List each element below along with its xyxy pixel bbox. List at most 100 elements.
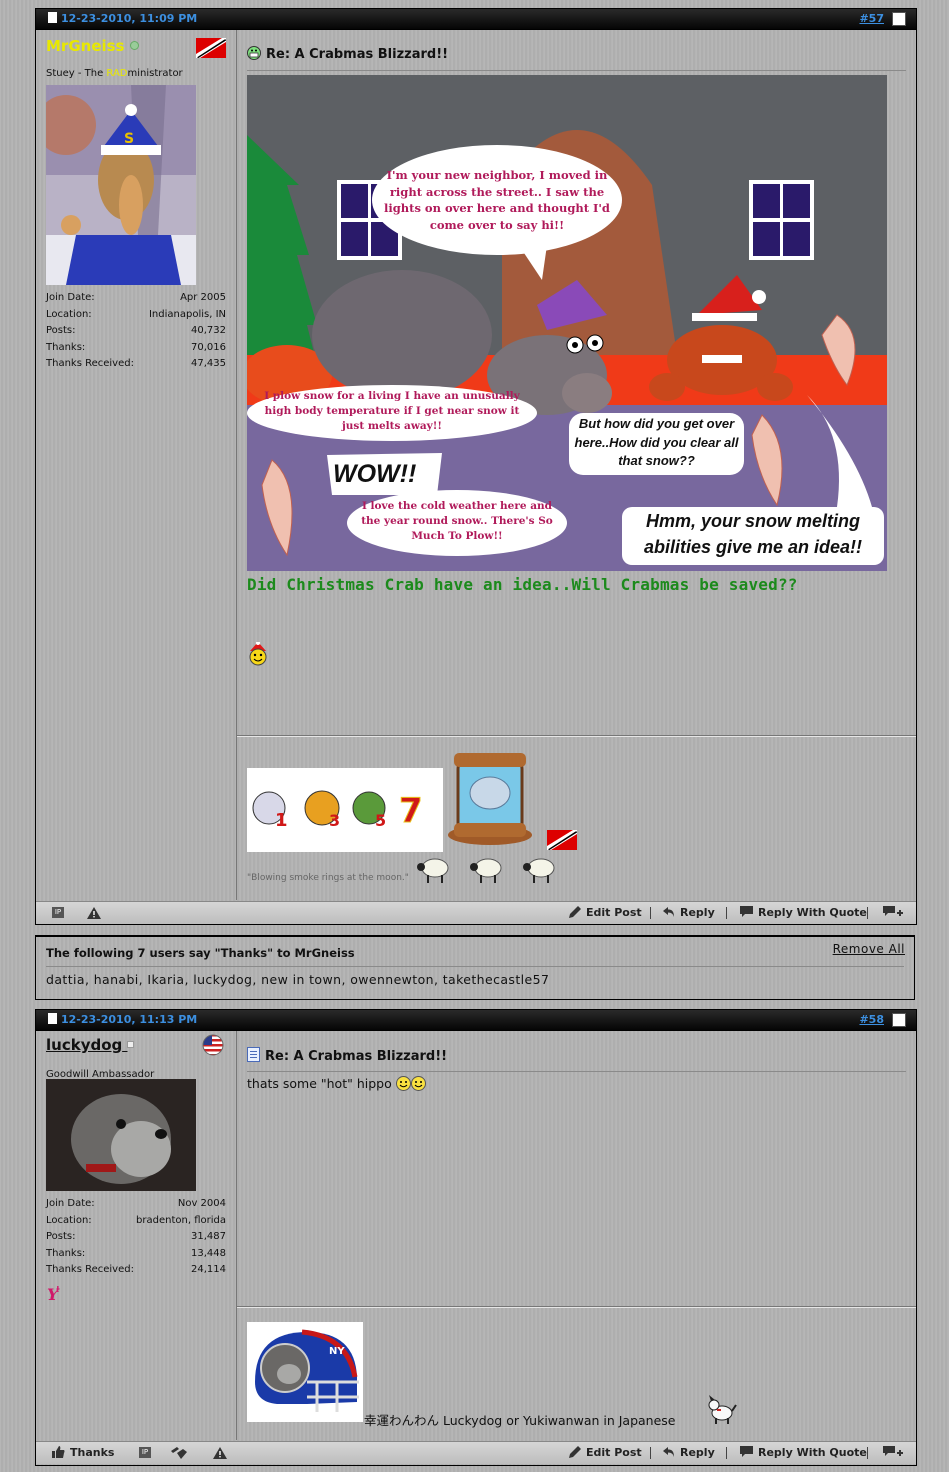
signature-quote: "Blowing smoke rings at the moon." — [247, 873, 409, 883]
reply-button[interactable]: Reply — [663, 906, 715, 919]
user-stats: Join Date: Nov 2004 Location: bradenton, f… — [46, 1196, 226, 1279]
multiquote-checkbox[interactable] — [892, 12, 906, 26]
signature-flag-icon — [547, 830, 577, 850]
wow-text: WOW!! — [333, 460, 416, 488]
dog-icon — [708, 1395, 737, 1424]
sheep-icon — [470, 858, 502, 883]
title-divider — [247, 70, 906, 71]
user-info-pane: luckydog Goodwill Ambassador Join Date: N… — [36, 1031, 237, 1440]
user-avatar: S — [46, 85, 196, 285]
stat-thanks-received: Thanks Received: 24,114 — [46, 1264, 226, 1275]
reply-with-quote-button[interactable]: Reply With Quote — [740, 1446, 867, 1459]
remove-all-thanks-link[interactable]: Remove All — [833, 942, 905, 956]
thanks-user-link[interactable]: Ikaria — [147, 972, 184, 987]
edit-post-button[interactable]: Edit Post — [569, 906, 642, 919]
thanks-user-list: dattia, hanabi, Ikaria, luckydog, new in… — [46, 972, 550, 987]
multiquote-add-icon[interactable] — [883, 1446, 903, 1460]
ip-icon[interactable]: IP — [52, 907, 64, 918]
footer-separator — [650, 907, 651, 919]
bubble-plow: I plow snow for a living I have an unusu… — [264, 390, 520, 432]
thanks-button[interactable]: Thanks — [52, 1446, 114, 1459]
stat-location: Location: Indianapolis, IN — [46, 308, 226, 320]
brain-jar-image — [448, 753, 532, 845]
report-warning-icon[interactable] — [213, 1447, 227, 1459]
stat-posts: Posts: 40,732 — [46, 325, 226, 336]
smiley-icon — [395, 1076, 411, 1091]
footer-separator — [650, 1447, 651, 1459]
user-title: Stuey - The RADministrator — [46, 68, 183, 79]
svg-text:NY: NY — [329, 1346, 345, 1357]
post-date: 12-23-2010, 11:13 PM — [48, 1013, 197, 1026]
yahoo-messenger-icon[interactable]: Y! — [46, 1285, 62, 1303]
thanks-box: The following 7 users say "Thanks" to Mr… — [35, 935, 915, 1000]
svg-text:5: 5 — [375, 811, 386, 830]
svg-text:1: 1 — [275, 810, 288, 831]
svg-text:7: 7 — [399, 791, 423, 831]
reply-with-quote-button[interactable]: Reply With Quote — [740, 906, 867, 919]
signature-banner: 1 3 5 7 — [247, 768, 443, 852]
post-body-text: thats some "hot" hippo — [247, 1076, 426, 1091]
svg-text:!: ! — [56, 1285, 60, 1294]
stat-location: Location: bradenton, florida — [46, 1214, 226, 1226]
us-flag-icon — [202, 1034, 224, 1056]
post-icon — [48, 12, 57, 23]
thanks-title: The following 7 users say "Thanks" to Mr… — [46, 946, 355, 960]
flag-icon — [196, 38, 226, 58]
smiley-icon — [410, 1076, 426, 1091]
post-number-link[interactable]: #57 — [859, 12, 884, 25]
thanks-user-link[interactable]: takethecastle57 — [443, 972, 550, 987]
stat-join-date: Join Date: Nov 2004 — [46, 1198, 226, 1209]
thanks-user-link[interactable]: hanabi — [94, 972, 139, 987]
username-link[interactable]: luckydog — [46, 1036, 135, 1054]
offline-status-icon — [127, 1041, 135, 1048]
footer-separator — [867, 1447, 868, 1459]
post-58: 12-23-2010, 11:13 PM #58 luckydog Goodwi… — [35, 1009, 917, 1466]
svg-text:S: S — [124, 131, 134, 147]
bubble-cold-weather: I love the cold weather here and the yea… — [361, 500, 553, 542]
thanks-user-link[interactable]: new in town — [261, 972, 341, 987]
thanks-divider — [46, 966, 904, 967]
reply-button[interactable]: Reply — [663, 1446, 715, 1459]
post-header: 12-23-2010, 11:09 PM #57 — [36, 9, 916, 30]
title-divider — [247, 1071, 906, 1072]
bubble-idea: Hmm, your snow melting abilities give me… — [643, 511, 863, 557]
footer-separator — [867, 907, 868, 919]
footer-separator — [726, 1447, 727, 1459]
username-link[interactable]: MrGneiss — [46, 37, 139, 55]
thanks-user-link[interactable]: owennewton — [350, 972, 434, 987]
reputation-icon[interactable] — [171, 1447, 187, 1459]
post-content: Re: A Crabmas Blizzard!! thats some "hot… — [237, 1031, 916, 1440]
bubble-how-clear: But how did you get over here..How did y… — [574, 416, 739, 468]
grin-smiley-icon — [247, 46, 261, 60]
quote-bubble-icon — [740, 906, 753, 917]
thumbs-up-icon — [52, 1446, 65, 1458]
stat-thanks: Thanks: 70,016 — [46, 341, 226, 353]
online-status-icon — [129, 41, 139, 50]
post-date: 12-23-2010, 11:09 PM — [48, 12, 197, 25]
reply-arrow-icon — [663, 1447, 674, 1457]
svg-text:3: 3 — [329, 811, 340, 830]
stat-posts: Posts: 31,487 — [46, 1231, 226, 1242]
edit-post-button[interactable]: Edit Post — [569, 1446, 642, 1459]
stat-thanks-received: Thanks Received: 47,435 — [46, 358, 226, 369]
post-footer: Thanks IP Edit Post Reply Reply With Quo… — [36, 1441, 916, 1464]
report-warning-icon[interactable] — [87, 907, 101, 919]
post-57: 12-23-2010, 11:09 PM #57 MrGneiss Stuey … — [35, 8, 917, 925]
thanks-user-link[interactable]: dattia — [46, 972, 85, 987]
post-footer: IP Edit Post Reply Reply With Quote — [36, 901, 916, 924]
thanks-user-link[interactable]: luckydog — [193, 972, 252, 987]
stat-join-date: Join Date: Apr 2005 — [46, 292, 226, 303]
user-stats: Join Date: Apr 2005 Location: Indianapolis… — [46, 290, 226, 373]
stat-thanks: Thanks: 13,448 — [46, 1247, 226, 1259]
sheep-icons — [415, 856, 559, 888]
multiquote-checkbox[interactable] — [892, 1013, 906, 1027]
reply-arrow-icon — [663, 907, 674, 917]
sheep-icon — [523, 858, 555, 883]
quote-bubble-icon — [740, 1446, 753, 1457]
post-number-link[interactable]: #58 — [859, 1013, 884, 1026]
document-icon — [247, 1047, 260, 1062]
post-icon — [48, 1013, 57, 1024]
ip-icon[interactable]: IP — [139, 1447, 151, 1458]
multiquote-add-icon[interactable] — [883, 906, 903, 920]
sheep-icon — [417, 858, 449, 883]
